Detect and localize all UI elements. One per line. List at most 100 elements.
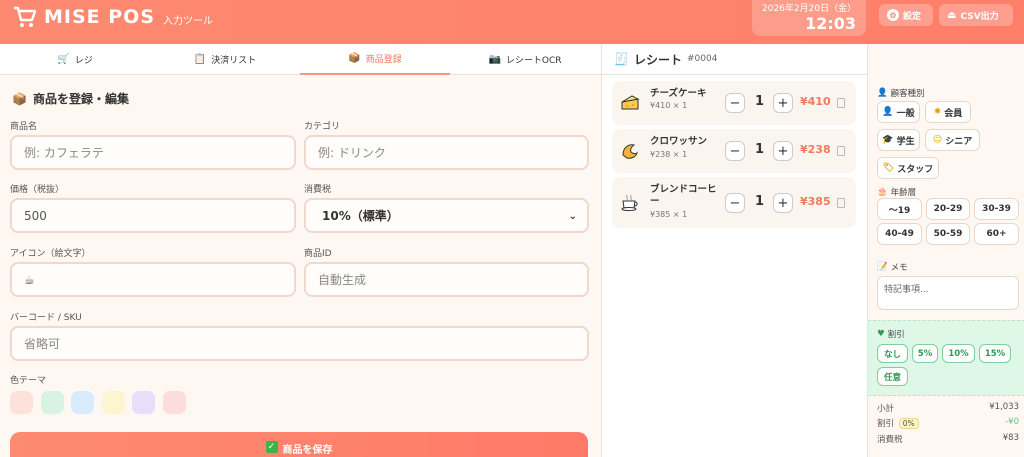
chip-label: 会員 [944,108,963,119]
age-group-label: 🎂 年齢層 [877,186,916,198]
discount-15[interactable]: 15% [979,344,1011,363]
icon-label: アイコン（絵文字） [10,249,91,259]
tab-receipt-ocr[interactable]: 📷 レシートOCR [450,44,600,75]
chip-label: スタッフ [897,164,934,175]
receipt-item: ブレンドコーヒー ¥385 × 1 − 1 + ¥385 [612,177,856,228]
color-swatch-peach[interactable] [10,391,33,414]
memo-text: メモ [890,263,908,273]
discount-text: 割引 [887,330,905,340]
decrease-qty-button[interactable]: − [725,141,745,161]
heart-icon: ♥ [877,329,885,339]
increase-qty-button[interactable]: + [773,93,793,113]
trash-icon[interactable] [837,198,845,208]
sku-label: バーコード / SKU [10,313,82,323]
category-label: カテゴリ [304,122,341,132]
tax-row-value: ¥83 [1002,433,1019,443]
age-chip[interactable]: 60+ [974,223,1019,245]
tab-register[interactable]: 🛒 レジ [0,44,150,75]
customer-type-student[interactable]: 🎓 学生 [877,129,920,151]
package-icon: 📦 [348,53,361,64]
discount-custom[interactable]: 任意 [877,367,908,386]
memo-label: 📝 メモ [877,261,908,273]
discount-badge: 0% [898,418,919,429]
trash-icon[interactable] [837,98,845,108]
color-swatch-mint[interactable] [41,391,64,414]
customer-type-general[interactable]: 👤 一般 [877,101,920,123]
discount-10[interactable]: 10% [942,344,975,363]
age-chip[interactable]: 50-59 [926,223,970,245]
age-chip[interactable]: 20-29 [926,198,970,220]
customer-type-label: 👤 顧客種別 [877,87,925,99]
receipt-header: 🧾 レシート #0004 [602,44,868,75]
tax-select[interactable]: 10%（標準） ⌄ [304,198,589,233]
increase-qty-button[interactable]: + [773,193,793,213]
tab-products[interactable]: 📦 商品登録 [300,44,450,75]
customer-type-staff[interactable]: 🏷 スタッフ [877,157,939,179]
cart-icon [14,6,37,27]
sku-input[interactable]: 省略可 [10,326,589,361]
csv-export-button[interactable]: ⏏ CSV出力 [939,4,1013,26]
tab-payments[interactable]: 📋 決済リスト [150,44,300,75]
price-input[interactable]: 500 [10,198,296,233]
decrease-qty-button[interactable]: − [725,193,745,213]
discount-label: ♥ 割引 [877,328,905,340]
chip-label: シニア [945,136,973,147]
tab-label: 商品登録 [365,55,402,65]
product-id-input[interactable]: 自動生成 [304,262,589,297]
receipt-title: レシート [633,52,682,67]
discount-section: ♥ 割引 なし 5% 10% 15% 任意 [868,320,1024,396]
color-swatch-sky[interactable] [71,391,94,414]
subtotal-row: 小計 ¥1,033 [877,402,1019,414]
croissant-icon [622,144,638,159]
main-tabs: 🛒 レジ 📋 決済リスト 📦 商品登録 📷 レシートOCR [0,44,601,75]
item-qty: 1 [755,94,765,109]
item-unit-price: ¥385 × 1 [650,210,688,219]
brand-subtitle: 入力ツール [163,16,214,27]
item-name: チーズケーキ [650,88,707,99]
cheesecake-icon [621,95,640,110]
cart-icon: 🛒 [57,54,70,65]
product-id-label: 商品ID [304,249,332,259]
subtotal-label: 小計 [877,404,895,414]
check-icon: ✓ [265,441,278,453]
memo-input[interactable]: 特記事項... [877,276,1019,310]
customer-type-member[interactable]: ✸ 会員 [925,101,971,123]
memo-icon: 📝 [877,262,888,272]
graduation-cap-icon: 🎓 [882,135,894,145]
price-label: 価格（税抜） [10,185,65,195]
save-label: 商品を保存 [282,445,333,456]
color-swatch-lemon[interactable] [102,391,125,414]
form-title-text: 商品を登録・編集 [32,92,129,106]
clock-panel: 2026年2月20日（金） 12:03 [752,0,866,36]
product-name-input[interactable]: 例: カフェラテ [10,135,296,170]
color-swatch-lavender[interactable] [132,391,155,414]
tab-label: レジ [74,56,93,66]
decrease-qty-button[interactable]: − [725,93,745,113]
customer-type-text: 顧客種別 [890,89,925,99]
current-time: 12:03 [805,14,856,33]
age-group-text: 年齢層 [890,188,917,198]
trash-icon[interactable] [837,146,845,156]
cake-icon: 🎂 [877,187,888,197]
icon-input[interactable]: ☕ [10,262,296,297]
category-input[interactable]: 例: ドリンク [304,135,589,170]
senior-icon: ☺ [932,135,943,145]
discount-none[interactable]: なし [877,344,908,363]
age-chip[interactable]: 40-49 [877,223,922,245]
age-chip[interactable]: 〜19 [877,198,922,220]
person-icon: 👤 [882,107,894,117]
tab-label: 決済リスト [211,56,257,66]
save-product-button[interactable]: ✓ 商品を保存 [10,432,588,457]
receipt-number: #0004 [686,54,718,64]
gear-icon: ⚙ [887,9,899,21]
order-options-panel: 👤 顧客種別 👤 一般 ✸ 会員 🎓 学生 ☺ シニア 🏷 スタッフ 🎂 年齢層 〜19 20… [867,44,1024,457]
age-chip[interactable]: 30-39 [974,198,1019,220]
increase-qty-button[interactable]: + [773,141,793,161]
discount-5[interactable]: 5% [912,344,938,363]
brand-name: MISE POS [44,6,156,28]
settings-button[interactable]: ⚙ 設定 [879,4,933,26]
item-price: ¥238 [800,143,831,156]
customer-type-senior[interactable]: ☺ シニア [925,129,980,151]
color-swatch-pink[interactable] [163,391,186,414]
color-theme-label: 色テーマ [10,376,47,386]
